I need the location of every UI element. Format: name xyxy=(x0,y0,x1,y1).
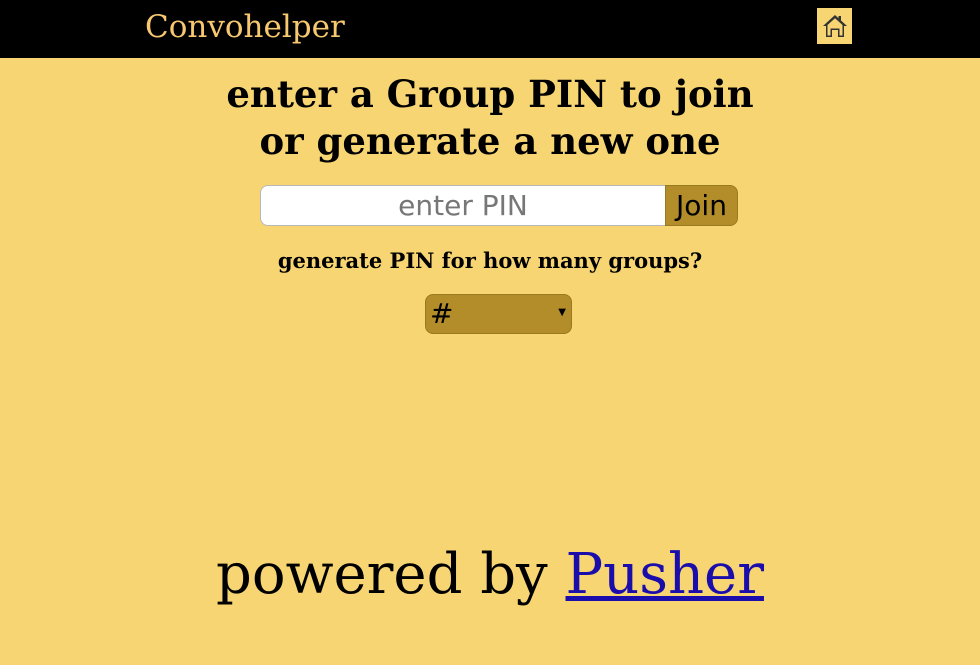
join-button[interactable]: Join xyxy=(665,185,738,226)
top-bar: Convohelper xyxy=(0,0,980,58)
brand-link[interactable]: Convohelper xyxy=(145,8,345,46)
home-icon xyxy=(822,14,848,38)
dropdown-arrow-icon: ▼ xyxy=(558,307,566,318)
groups-prompt: generate PIN for how many groups? xyxy=(277,248,703,273)
pin-input[interactable] xyxy=(260,185,666,226)
footer-prefix: powered by xyxy=(216,542,566,607)
page-heading: enter a Group PIN to join or generate a … xyxy=(0,71,980,165)
pusher-link[interactable]: Pusher xyxy=(566,542,764,607)
heading-line-2: or generate a new one xyxy=(259,119,721,163)
footer: powered by Pusher xyxy=(0,540,980,610)
heading-line-1: enter a Group PIN to join xyxy=(226,72,754,116)
groups-count-select[interactable]: # ▼ xyxy=(425,294,572,334)
groups-select-value: # xyxy=(430,297,454,330)
home-button[interactable] xyxy=(817,8,852,44)
